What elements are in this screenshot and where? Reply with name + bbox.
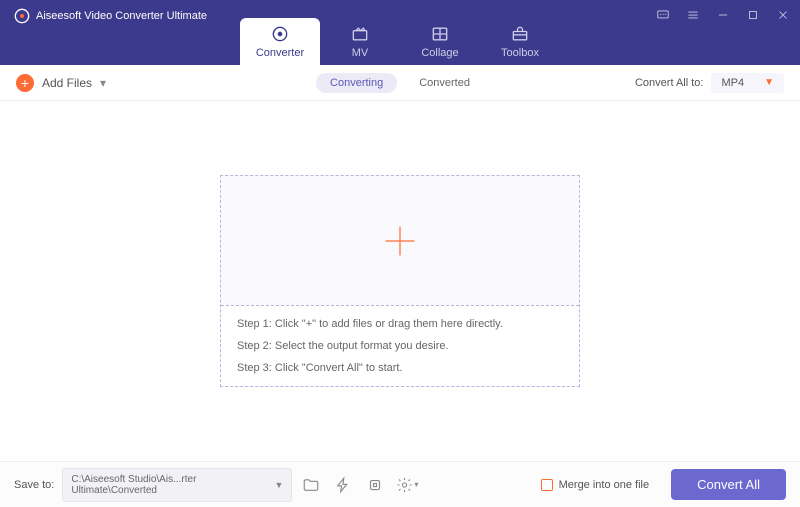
chevron-down-icon: ▾ — [414, 480, 418, 489]
toolbar: + Add Files ▾ Converting Converted Conve… — [0, 65, 800, 101]
app-logo-icon — [14, 8, 30, 24]
dropzone-steps: Step 1: Click "+" to add files or drag t… — [221, 306, 579, 386]
gpu-toggle-button[interactable] — [332, 474, 354, 496]
footer-tools: ▾ — [300, 474, 418, 496]
tab-mv[interactable]: MV — [320, 18, 400, 65]
feedback-icon[interactable] — [656, 8, 670, 22]
tab-collage[interactable]: Collage — [400, 18, 480, 65]
add-files-button[interactable]: + Add Files ▾ — [16, 74, 106, 92]
dropzone[interactable]: Step 1: Click "+" to add files or drag t… — [220, 175, 580, 387]
pill-converting[interactable]: Converting — [316, 73, 397, 93]
menu-icon[interactable] — [686, 8, 700, 22]
add-plus-icon: + — [16, 74, 34, 92]
convert-all-to-label: Convert All to: — [635, 77, 703, 89]
step-3: Step 3: Click "Convert All" to start. — [237, 362, 563, 374]
step-1: Step 1: Click "+" to add files or drag t… — [237, 318, 563, 330]
main-tabs: Converter MV Collage Toolbox — [240, 18, 560, 65]
lightning-off-icon — [334, 476, 352, 494]
format-value: MP4 — [721, 77, 744, 89]
mv-icon — [350, 24, 370, 44]
dropzone-target[interactable] — [221, 176, 579, 306]
checkbox-icon — [541, 479, 553, 491]
converter-icon — [270, 24, 290, 44]
open-folder-button[interactable] — [300, 474, 322, 496]
window-controls — [656, 8, 790, 22]
minimize-icon[interactable] — [716, 8, 730, 22]
tab-toolbox[interactable]: Toolbox — [480, 18, 560, 65]
tab-converter[interactable]: Converter — [240, 18, 320, 65]
convert-all-to: Convert All to: MP4 ▼ — [635, 73, 784, 93]
merge-label: Merge into one file — [559, 479, 650, 491]
status-filter: Converting Converted — [316, 73, 484, 93]
save-path-select[interactable]: C:\Aiseesoft Studio\Ais...rter Ultimate\… — [62, 468, 292, 502]
save-to-label: Save to: — [14, 479, 54, 491]
folder-icon — [302, 476, 320, 494]
step-2: Step 2: Select the output format you des… — [237, 340, 563, 352]
toolbox-icon — [510, 24, 530, 44]
gear-icon — [396, 476, 413, 494]
close-icon[interactable] — [776, 8, 790, 22]
add-files-label: Add Files — [42, 76, 92, 90]
chevron-down-icon: ▼ — [274, 480, 283, 490]
high-speed-toggle-button[interactable] — [364, 474, 386, 496]
merge-checkbox[interactable]: Merge into one file — [541, 479, 650, 491]
save-path-value: C:\Aiseesoft Studio\Ais...rter Ultimate\… — [71, 474, 274, 496]
app-brand: Aiseesoft Video Converter Ultimate — [14, 8, 207, 24]
add-plus-large-icon — [380, 221, 420, 261]
main-area: Step 1: Click "+" to add files or drag t… — [0, 101, 800, 461]
chip-off-icon — [366, 476, 384, 494]
chevron-down-icon: ▼ — [764, 77, 774, 88]
convert-all-button[interactable]: Convert All — [671, 469, 786, 500]
title-bar: Aiseesoft Video Converter Ultimate Conve… — [0, 0, 800, 65]
format-select[interactable]: MP4 ▼ — [711, 73, 784, 93]
pill-converted[interactable]: Converted — [405, 73, 484, 93]
settings-button[interactable]: ▾ — [396, 474, 418, 496]
footer: Save to: C:\Aiseesoft Studio\Ais...rter … — [0, 461, 800, 507]
maximize-icon[interactable] — [746, 8, 760, 22]
app-title: Aiseesoft Video Converter Ultimate — [36, 10, 207, 22]
chevron-down-icon: ▾ — [100, 76, 106, 90]
collage-icon — [430, 24, 450, 44]
